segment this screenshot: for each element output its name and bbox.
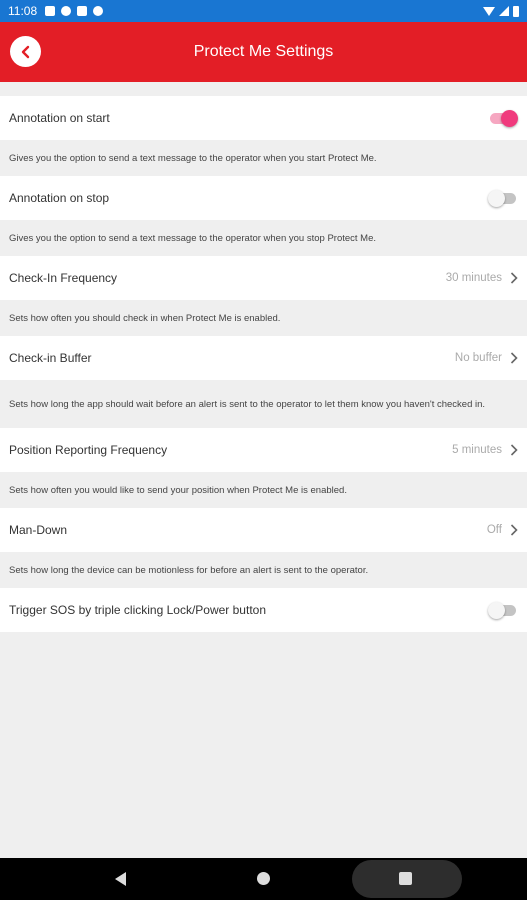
description-text: Sets how often you would like to send yo… <box>9 484 347 496</box>
setting-value: 30 minutes <box>445 272 502 284</box>
chevron-right-icon <box>510 272 518 284</box>
annotation-on-stop-toggle[interactable] <box>488 188 518 208</box>
setting-value-group: Off <box>487 524 518 536</box>
back-button[interactable] <box>10 36 41 67</box>
chevron-right-icon <box>510 524 518 536</box>
setting-value-group: 30 minutes <box>446 272 518 284</box>
wifi-icon <box>483 6 495 16</box>
trigger-sos-toggle[interactable] <box>488 600 518 620</box>
setting-value: 5 minutes <box>452 444 502 456</box>
settings-list: Annotation on start Gives you the option… <box>0 96 527 632</box>
setting-description: Sets how often you would like to send yo… <box>0 472 527 508</box>
sd-card-icon <box>77 6 88 16</box>
setting-label: Check-in Buffer <box>9 351 92 365</box>
setting-value-group: 5 minutes <box>452 444 518 456</box>
nav-home-icon[interactable] <box>257 872 270 885</box>
nav-recents-icon[interactable] <box>399 872 412 885</box>
description-text: Sets how long the app should wait before… <box>9 398 486 410</box>
toggle-thumb <box>488 602 505 619</box>
setting-label: Man-Down <box>9 523 68 537</box>
setting-check-in-frequency[interactable]: Check-In Frequency 30 minutes <box>0 256 527 300</box>
description-text: Gives you the option to send a text mess… <box>9 152 377 164</box>
setting-man-down[interactable]: Man-Down Off <box>0 508 527 552</box>
setting-value-group: No buffer <box>455 352 518 364</box>
setting-annotation-on-stop[interactable]: Annotation on stop <box>0 176 527 220</box>
system-nav-bar <box>0 858 527 900</box>
setting-value: No buffer <box>454 352 502 364</box>
toggle-thumb <box>488 190 505 207</box>
setting-trigger-sos[interactable]: Trigger SOS by triple clicking Lock/Powe… <box>0 588 527 632</box>
setting-label: Check-In Frequency <box>9 271 118 285</box>
notification-icon <box>45 6 56 16</box>
status-right <box>483 5 519 17</box>
setting-label: Annotation on stop <box>9 191 110 205</box>
page-title: Protect Me Settings <box>193 43 334 60</box>
setting-value: Off <box>486 524 502 536</box>
battery-icon <box>513 5 519 17</box>
signal-icon <box>499 6 509 16</box>
status-time: 11:08 <box>8 4 38 18</box>
setting-position-reporting-frequency[interactable]: Position Reporting Frequency 5 minutes <box>0 428 527 472</box>
setting-label: Annotation on start <box>9 111 110 125</box>
toggle-thumb <box>501 110 518 127</box>
description-text: Sets how long the device can be motionle… <box>9 564 369 576</box>
status-bar: 11:08 <box>0 0 527 22</box>
notification-icon <box>61 6 72 16</box>
setting-label: Trigger SOS by triple clicking Lock/Powe… <box>9 603 266 617</box>
setting-check-in-buffer[interactable]: Check-in Buffer No buffer <box>0 336 527 380</box>
setting-description: Sets how long the app should wait before… <box>0 380 527 428</box>
setting-description: Gives you the option to send a text mess… <box>0 220 527 256</box>
notification-icon <box>93 6 104 16</box>
arrow-left-icon <box>21 45 29 58</box>
description-text: Gives you the option to send a text mess… <box>9 232 377 244</box>
app-bar: Protect Me Settings <box>0 22 527 82</box>
nav-back-icon[interactable] <box>115 872 126 886</box>
setting-description: Sets how long the device can be motionle… <box>0 552 527 588</box>
chevron-right-icon <box>510 352 518 364</box>
chevron-right-icon <box>510 444 518 456</box>
setting-label: Position Reporting Frequency <box>9 443 168 457</box>
annotation-on-start-toggle[interactable] <box>488 108 518 128</box>
description-text: Sets how often you should check in when … <box>9 312 281 324</box>
setting-description: Gives you the option to send a text mess… <box>0 140 527 176</box>
setting-annotation-on-start[interactable]: Annotation on start <box>0 96 527 140</box>
status-left: 11:08 <box>8 4 104 18</box>
setting-description: Sets how often you should check in when … <box>0 300 527 336</box>
